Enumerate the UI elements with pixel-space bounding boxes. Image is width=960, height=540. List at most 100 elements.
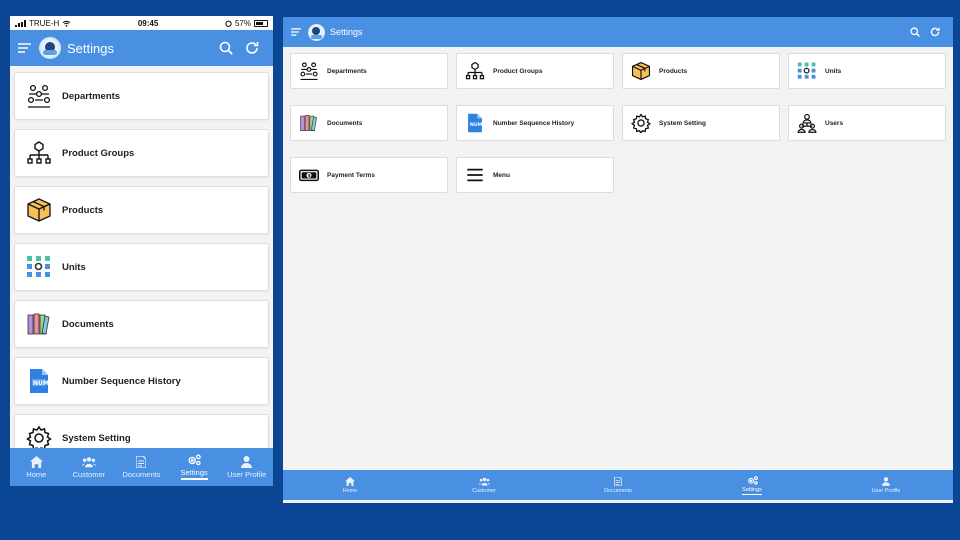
nav-label: User Profile [227, 469, 267, 479]
nav-label: Documents [122, 469, 161, 479]
nav-documents[interactable]: Documents [115, 448, 168, 486]
menu-icon[interactable] [291, 28, 301, 36]
user-icon [241, 455, 253, 468]
document-icon [136, 455, 147, 468]
nav-customer[interactable]: Customer [417, 470, 551, 500]
menu-icon[interactable] [18, 43, 31, 53]
settings-item-label: Units [825, 67, 842, 75]
bottom-nav: Home Customer Documents Settings User Pr… [283, 470, 953, 500]
settings-item-label: Number Sequence History [493, 119, 575, 127]
settings-item-products[interactable]: Products [622, 53, 780, 89]
nav-label: Settings [180, 468, 208, 480]
search-icon [219, 41, 233, 55]
nav-user-profile[interactable]: User Profile [819, 470, 953, 500]
settings-grid: Departments Product Groups Products Unit… [283, 47, 953, 193]
search-button[interactable] [213, 41, 239, 55]
wifi-icon [62, 20, 71, 27]
settings-item-product-groups[interactable]: Product Groups [456, 53, 614, 89]
settings-item-label: Products [62, 204, 104, 216]
settings-item-label: Product Groups [62, 147, 135, 159]
nav-home[interactable]: Home [10, 448, 63, 486]
settings-item-label: Number Sequence History [62, 375, 181, 387]
settings-item-product-groups[interactable]: Product Groups [14, 129, 269, 177]
home-icon [345, 476, 355, 486]
nav-label: Home [26, 469, 47, 479]
nav-label: Customer [72, 469, 106, 479]
nav-label: User Profile [871, 487, 901, 494]
battery-percent: 57% [234, 18, 251, 28]
settings-item-number-sequence-history[interactable]: NUM Number Sequence History [456, 105, 614, 141]
refresh-button[interactable] [239, 41, 265, 55]
nav-home[interactable]: Home [283, 470, 417, 500]
customer-icon [478, 477, 490, 486]
settings-item-users[interactable]: Users [788, 105, 946, 141]
search-button[interactable] [905, 27, 925, 37]
tablet-screen: Settings Departments Product Groups Prod… [283, 17, 953, 503]
settings-item-label: Users [825, 119, 844, 127]
money-icon: $ [298, 164, 320, 186]
settings-item-units[interactable]: Units [788, 53, 946, 89]
battery-icon [253, 19, 268, 27]
app-logo [39, 37, 61, 59]
num-file-icon: NUM [25, 367, 53, 395]
units-icon [25, 253, 53, 281]
hierarchy-icon [464, 60, 486, 82]
status-time: 09:45 [137, 18, 159, 28]
settings-item-label: System Setting [62, 432, 131, 444]
nav-documents[interactable]: Documents [551, 470, 685, 500]
users-icon [796, 112, 818, 134]
settings-item-documents[interactable]: Documents [14, 300, 269, 348]
page-title: Settings [330, 27, 363, 37]
settings-gears-icon [188, 454, 201, 466]
gear-icon [630, 112, 652, 134]
svg-text:NUM: NUM [470, 122, 483, 128]
nav-label: Home [342, 487, 358, 494]
search-icon [910, 27, 920, 37]
settings-item-label: Payment Terms [327, 171, 375, 179]
settings-item-units[interactable]: Units [14, 243, 269, 291]
nav-settings[interactable]: Settings [168, 448, 221, 486]
nav-customer[interactable]: Customer [63, 448, 116, 486]
settings-item-menu[interactable]: Menu [456, 157, 614, 193]
settings-list: Departments Product Groups Products Unit… [10, 66, 273, 462]
settings-item-products[interactable]: Products [14, 186, 269, 234]
customer-icon [81, 456, 96, 467]
nav-settings[interactable]: Settings [685, 470, 819, 500]
settings-gears-icon [747, 475, 758, 485]
settings-item-payment-terms[interactable]: $ Payment Terms [290, 157, 448, 193]
departments-icon [298, 60, 320, 82]
app-bar: Settings [10, 30, 273, 66]
binders-icon [25, 310, 53, 338]
settings-item-system-setting[interactable]: System Setting [622, 105, 780, 141]
refresh-icon [930, 27, 940, 37]
document-icon [614, 476, 622, 486]
menu-lines-icon [464, 164, 486, 186]
carrier-label: TRUE-H [29, 18, 60, 28]
binders-icon [298, 112, 320, 134]
bottom-nav: Home Customer Documents Settings User Pr… [10, 448, 273, 486]
box-icon [25, 196, 53, 224]
settings-item-label: Departments [62, 90, 121, 102]
home-icon [29, 455, 43, 468]
user-icon [882, 476, 890, 486]
departments-icon [25, 82, 53, 110]
units-icon [796, 60, 818, 82]
phone-screen: TRUE-H 09:45 57% Settings Departments Pr… [10, 16, 273, 486]
settings-item-label: Products [659, 67, 688, 75]
refresh-button[interactable] [925, 27, 945, 37]
status-bar: TRUE-H 09:45 57% [10, 16, 273, 30]
nav-user-profile[interactable]: User Profile [220, 448, 273, 486]
num-file-icon: NUM [464, 112, 486, 134]
settings-item-documents[interactable]: Documents [290, 105, 448, 141]
settings-item-departments[interactable]: Departments [14, 72, 269, 120]
settings-item-label: Product Groups [493, 67, 543, 75]
nav-label: Customer [472, 487, 496, 494]
refresh-icon [246, 42, 259, 54]
settings-item-number-sequence-history[interactable]: NUM Number Sequence History [14, 357, 269, 405]
svg-text:$: $ [308, 173, 311, 178]
settings-item-label: Documents [62, 318, 114, 330]
settings-item-label: Units [62, 261, 86, 273]
alarm-icon [225, 20, 232, 27]
settings-item-departments[interactable]: Departments [290, 53, 448, 89]
settings-item-label: Departments [327, 67, 367, 75]
